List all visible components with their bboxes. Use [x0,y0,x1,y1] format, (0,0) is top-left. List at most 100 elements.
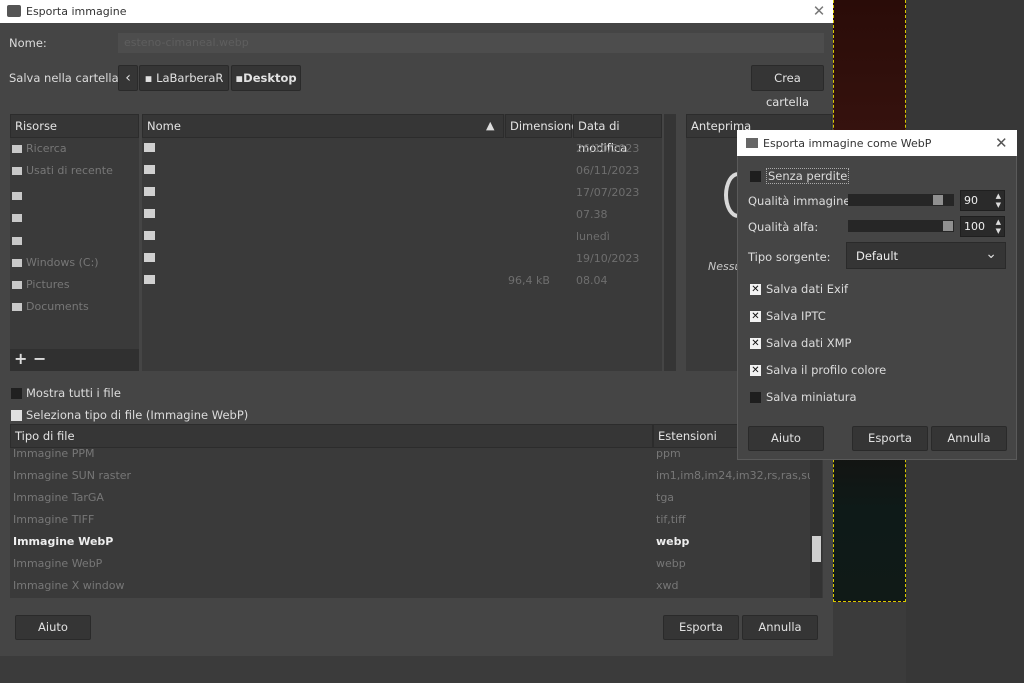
file-row[interactable]: 26/10/2023 [142,138,662,160]
file-row[interactable]: 19/10/2023 [142,248,662,270]
folder-icon [12,303,22,311]
folder-icon [144,187,155,196]
column-date[interactable]: Data di modifica [573,114,662,155]
place-label: Documents [26,300,89,313]
export-dialog-title: Esporta immagine [26,5,127,18]
close-icon[interactable]: ✕ [995,134,1008,152]
webp-dialog-title: Esporta immagine come WebP [763,137,932,150]
file-date: 06/11/2023 [576,164,640,177]
quality-spinner[interactable]: 90 ▲ ▼ [960,190,1005,211]
place-search[interactable]: Ricerca [12,142,67,162]
folder-icon [12,281,22,289]
checkbox-checked-icon: ✕ [750,365,761,376]
spin-down-icon[interactable]: ▼ [996,201,1001,209]
checkbox-icon [750,392,761,403]
file-row[interactable]: 07.38 [142,204,662,226]
file-type-ext: im1,im8,im24,im32,rs,ras,sun [656,469,821,482]
create-folder-button[interactable]: Crea cartella [751,65,824,109]
folder-icon [12,214,22,222]
file-size: 96,4 kB [508,274,550,287]
path-back-button[interactable]: ‹ [118,65,138,91]
file-type-row[interactable]: Immagine WebP webp [13,557,808,579]
path-button-desktop[interactable]: ▪Desktop [231,65,301,91]
slider-knob[interactable] [933,195,943,205]
lossless-checkbox[interactable]: Senza perdite [750,168,850,184]
file-row[interactable]: lunedì [142,226,662,248]
save-thumbnail-checkbox[interactable]: Salva miniatura [750,390,857,404]
file-type-ext: ppm [656,447,681,460]
webp-help-button[interactable]: Aiuto [748,426,824,451]
file-list-scrollbar[interactable] [664,114,676,371]
path-label: Desktop [243,71,297,85]
source-type-select[interactable]: Default ⌄ [846,242,1006,269]
save-xmp-checkbox[interactable]: ✕ Salva dati XMP [750,336,852,350]
save-iptc-checkbox[interactable]: ✕ Salva IPTC [750,309,826,323]
expander-label: Seleziona tipo di file (Immagine WebP) [26,408,249,422]
filename-input[interactable]: esteno-cimaneal.webp [118,33,824,53]
file-type-row-selected[interactable]: Immagine WebP webp [13,535,808,557]
alpha-slider[interactable] [848,220,954,232]
spinner-value: 100 [964,220,985,233]
webp-cancel-button[interactable]: Annulla [931,426,1007,451]
place-documents[interactable]: Documents [12,300,89,320]
file-type-row[interactable]: Immagine TarGA tga [13,491,808,513]
column-size[interactable]: Dimensione [505,114,578,138]
place-recent[interactable]: Usati di recente [12,164,113,184]
select-file-type-expander[interactable]: Seleziona tipo di file (Immagine WebP) [11,408,248,422]
file-row[interactable]: 17/07/2023 [142,182,662,204]
file-type-ext: xwd [656,579,679,592]
file-type-scrollbar[interactable] [810,448,822,598]
cancel-button[interactable]: Annulla [742,615,818,640]
places-header: Risorse [10,114,139,138]
slider-knob[interactable] [943,221,953,231]
file-type-row[interactable]: Immagine TIFF tif,tiff [13,513,808,535]
checkbox-label: Salva dati Exif [766,282,849,296]
checkbox-label: Salva dati XMP [766,336,852,350]
path-button-labarberar[interactable]: ▪ LaBarberaR [139,65,229,91]
folder-icon: ▪ [235,71,244,85]
file-type-ext: tif,tiff [656,513,686,526]
export-button[interactable]: Esporta [663,615,739,640]
folder-icon [144,209,155,218]
spinner-value: 90 [964,194,978,207]
spin-down-icon[interactable]: ▼ [996,227,1001,235]
place-item[interactable] [12,211,26,231]
remove-icon[interactable]: − [33,349,47,368]
path-label: LaBarberaR [156,71,224,85]
folder-icon [12,192,22,200]
alpha-spinner[interactable]: 100 ▲ ▼ [960,216,1005,237]
place-windows-c[interactable]: Windows (C:) [12,256,99,276]
checkbox-label: Mostra tutti i file [26,386,121,400]
checkbox-label: Salva il profilo colore [766,363,887,377]
place-pictures[interactable]: Pictures [12,278,70,298]
file-type-name: Immagine X window [13,579,125,592]
file-type-row[interactable]: Immagine SUN raster im1,im8,im24,im32,rs,… [13,469,821,491]
webp-export-button[interactable]: Esporta [852,426,928,451]
file-type-row[interactable]: Immagine PPM ppm [13,447,808,469]
file-row[interactable]: 96,4 kB 08.04 [142,270,662,292]
column-name[interactable]: Nome [142,114,504,138]
quality-slider[interactable] [848,194,954,206]
add-icon[interactable]: + [14,349,28,368]
drive-icon [12,259,22,267]
spin-up-icon[interactable]: ▲ [996,192,1001,200]
chevron-down-icon: ⌄ [985,246,997,262]
checkbox-label: Salva miniatura [766,390,857,404]
checkbox-label: Salva IPTC [766,309,826,323]
place-item[interactable] [12,189,26,209]
help-button[interactable]: Aiuto [15,615,91,640]
place-item[interactable] [12,234,26,254]
save-exif-checkbox[interactable]: ✕ Salva dati Exif [750,282,848,296]
file-row[interactable]: 06/11/2023 [142,160,662,182]
show-all-files-checkbox[interactable]: Mostra tutti i file [11,386,121,400]
file-type-ext: webp [656,535,690,548]
file-type-row[interactable]: Immagine X window xwd [13,579,808,601]
recent-icon [12,167,22,175]
spin-up-icon[interactable]: ▲ [996,218,1001,226]
scrollbar-thumb[interactable] [812,536,821,562]
save-color-profile-checkbox[interactable]: ✕ Salva il profilo colore [750,363,886,377]
place-label: Usati di recente [26,164,113,177]
file-date: 17/07/2023 [576,186,640,199]
column-file-type[interactable]: Tipo di file [10,424,653,448]
close-icon[interactable]: ✕ [808,2,830,20]
